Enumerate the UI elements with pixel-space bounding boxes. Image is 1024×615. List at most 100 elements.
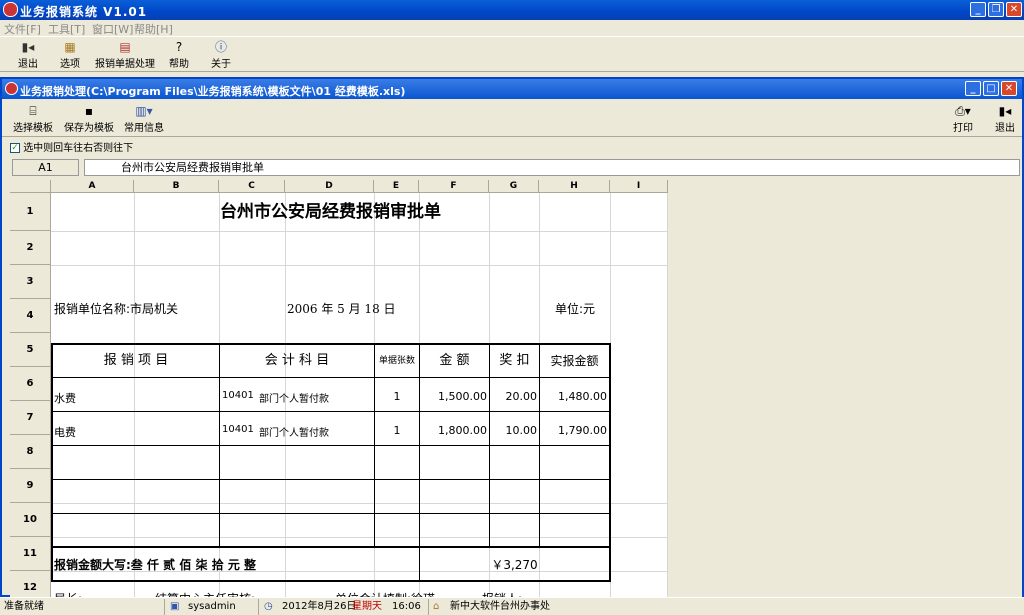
header-amount[interactable]: 金 额 bbox=[420, 345, 489, 377]
table-border bbox=[51, 479, 610, 480]
close-button[interactable]: ✕ bbox=[1006, 2, 1022, 17]
minimize-button[interactable]: _ bbox=[970, 2, 986, 17]
column-header[interactable]: A bbox=[51, 180, 134, 193]
row-header[interactable]: 11 bbox=[10, 537, 51, 571]
document-title-bar: 业务报销处理(C:\Program Files\业务报销系统\模板文件\01 经… bbox=[2, 79, 1022, 99]
gridline bbox=[51, 231, 668, 232]
total-in-words[interactable]: 报销金额大写:叁 仟 贰 佰 柒 拾 元 整 bbox=[54, 556, 256, 573]
document-toolbar: ⌸ 选择模板 ▪ 保存为模板 ▥▾ 常用信息 ⎙▾ 打印 ▮◂ 退出 bbox=[2, 101, 1022, 137]
row-header[interactable]: 4 bbox=[10, 299, 51, 333]
exit-label: 退出 bbox=[18, 59, 38, 70]
common-info-button[interactable]: ▥▾ 常用信息 bbox=[122, 104, 166, 134]
row-header[interactable]: 5 bbox=[10, 333, 51, 367]
status-time: 16:06 bbox=[392, 601, 421, 612]
column-header[interactable]: I bbox=[610, 180, 668, 193]
voucher-processing-button[interactable]: ▤ 报销单据处理 bbox=[94, 40, 156, 70]
row-header[interactable]: 10 bbox=[10, 503, 51, 537]
line-deduct[interactable]: 20.00 bbox=[490, 390, 538, 403]
row-header[interactable]: 12 bbox=[10, 571, 51, 599]
options-label: 选项 bbox=[60, 59, 80, 70]
line-actual[interactable]: 1,480.00 bbox=[540, 390, 607, 403]
select-template-button[interactable]: ⌸ 选择模板 bbox=[10, 104, 56, 134]
table-border bbox=[609, 343, 611, 582]
column-header[interactable]: E bbox=[374, 180, 419, 193]
gridline bbox=[134, 193, 135, 599]
line-actual[interactable]: 1,790.00 bbox=[540, 424, 607, 437]
unit-label[interactable]: 单位:元 bbox=[555, 300, 595, 317]
line-item[interactable]: 电费 bbox=[54, 424, 76, 440]
about-button[interactable]: ⓘ 关于 bbox=[206, 40, 236, 70]
grid-corner[interactable] bbox=[10, 180, 51, 193]
column-header[interactable]: B bbox=[134, 180, 219, 193]
row-header[interactable]: 8 bbox=[10, 435, 51, 469]
line-amount[interactable]: 1,500.00 bbox=[420, 390, 487, 403]
menu-window[interactable]: 窗口[W] bbox=[92, 21, 133, 37]
line-count[interactable]: 1 bbox=[375, 424, 419, 437]
info-grid-icon: ▥▾ bbox=[135, 104, 153, 118]
line-code[interactable]: 10401 bbox=[222, 390, 254, 401]
save-as-template-button[interactable]: ▪ 保存为模板 bbox=[60, 104, 118, 134]
header-actual[interactable]: 实报金额 bbox=[540, 345, 609, 377]
app-icon bbox=[3, 2, 18, 17]
doc-exit-label: 退出 bbox=[995, 123, 1015, 134]
row-header[interactable]: 2 bbox=[10, 231, 51, 265]
total-amount[interactable]: ￥3,270 bbox=[420, 556, 609, 573]
line-code[interactable]: 10401 bbox=[222, 424, 254, 435]
home-icon: ⌂ bbox=[433, 601, 440, 612]
status-separator bbox=[258, 599, 259, 615]
gridline bbox=[51, 503, 668, 504]
column-header[interactable]: G bbox=[489, 180, 539, 193]
help-button[interactable]: ? 帮助 bbox=[164, 40, 194, 70]
column-header[interactable]: F bbox=[419, 180, 489, 193]
menu-tools[interactable]: 工具[T] bbox=[48, 21, 85, 37]
doc-minimize-button[interactable]: _ bbox=[965, 81, 981, 96]
doc-close-button[interactable]: ✕ bbox=[1001, 81, 1017, 96]
options-icon: ▦ bbox=[64, 40, 76, 54]
form-date[interactable]: 2006 年 5 月 18 日 bbox=[287, 300, 396, 317]
column-header[interactable]: D bbox=[285, 180, 374, 193]
enter-direction-option[interactable]: ✓ 选中则回车往右否则往下 bbox=[10, 139, 134, 154]
document-app-icon bbox=[5, 82, 18, 95]
app-title: 业务报销系统 V1.01 bbox=[20, 5, 148, 19]
row-header[interactable]: 6 bbox=[10, 367, 51, 401]
row-header[interactable]: 3 bbox=[10, 265, 51, 299]
doc-exit-button[interactable]: ▮◂ 退出 bbox=[990, 104, 1020, 134]
exit-icon: ▮◂ bbox=[998, 104, 1012, 118]
header-deduct[interactable]: 奖 扣 bbox=[490, 345, 539, 377]
table-border bbox=[51, 546, 610, 548]
status-separator bbox=[428, 599, 429, 615]
doc-maximize-button[interactable]: □ bbox=[983, 81, 999, 96]
row-header[interactable]: 1 bbox=[10, 193, 51, 231]
header-count[interactable]: 单据张数 bbox=[375, 345, 419, 377]
row-header[interactable]: 7 bbox=[10, 401, 51, 435]
spreadsheet-grid[interactable]: A B C D E F G H I 1 2 3 4 5 6 7 8 9 10 1… bbox=[10, 180, 668, 599]
header-account[interactable]: 会 计 科 目 bbox=[220, 345, 374, 377]
line-amount[interactable]: 1,800.00 bbox=[420, 424, 487, 437]
table-border bbox=[51, 411, 610, 412]
form-title[interactable]: 台州市公安局经费报销审批单 bbox=[51, 193, 610, 231]
unit-name[interactable]: 报销单位名称:市局机关 bbox=[54, 300, 178, 317]
document-icon: ▤ bbox=[119, 40, 131, 54]
column-header[interactable]: C bbox=[219, 180, 285, 193]
save-as-template-label: 保存为模板 bbox=[64, 123, 114, 134]
line-account[interactable]: 部门个人暂付款 bbox=[259, 390, 329, 405]
line-deduct[interactable]: 10.00 bbox=[490, 424, 538, 437]
header-item[interactable]: 报 销 项 目 bbox=[53, 345, 219, 377]
cell-name-box[interactable]: A1 bbox=[12, 159, 79, 176]
row-header[interactable]: 9 bbox=[10, 469, 51, 503]
menu-help[interactable]: 帮助[H] bbox=[134, 21, 173, 37]
restore-button[interactable]: ❐ bbox=[988, 2, 1004, 17]
column-header[interactable]: H bbox=[539, 180, 610, 193]
enter-direction-checkbox[interactable]: ✓ bbox=[10, 143, 20, 153]
print-button[interactable]: ⎙▾ 打印 bbox=[948, 104, 978, 134]
formula-bar[interactable]: 台州市公安局经费报销审批单 bbox=[84, 159, 1020, 176]
line-count[interactable]: 1 bbox=[375, 390, 419, 403]
line-item[interactable]: 水费 bbox=[54, 390, 76, 406]
line-account[interactable]: 部门个人暂付款 bbox=[259, 424, 329, 439]
menu-file[interactable]: 文件[F] bbox=[4, 21, 41, 37]
status-user: sysadmin bbox=[188, 601, 236, 612]
status-ready: 准备就绪 bbox=[4, 601, 44, 612]
enter-direction-label: 选中则回车往右否则往下 bbox=[23, 143, 134, 154]
options-button[interactable]: ▦ 选项 bbox=[52, 40, 88, 70]
exit-button[interactable]: ▮◂ 退出 bbox=[10, 40, 46, 70]
